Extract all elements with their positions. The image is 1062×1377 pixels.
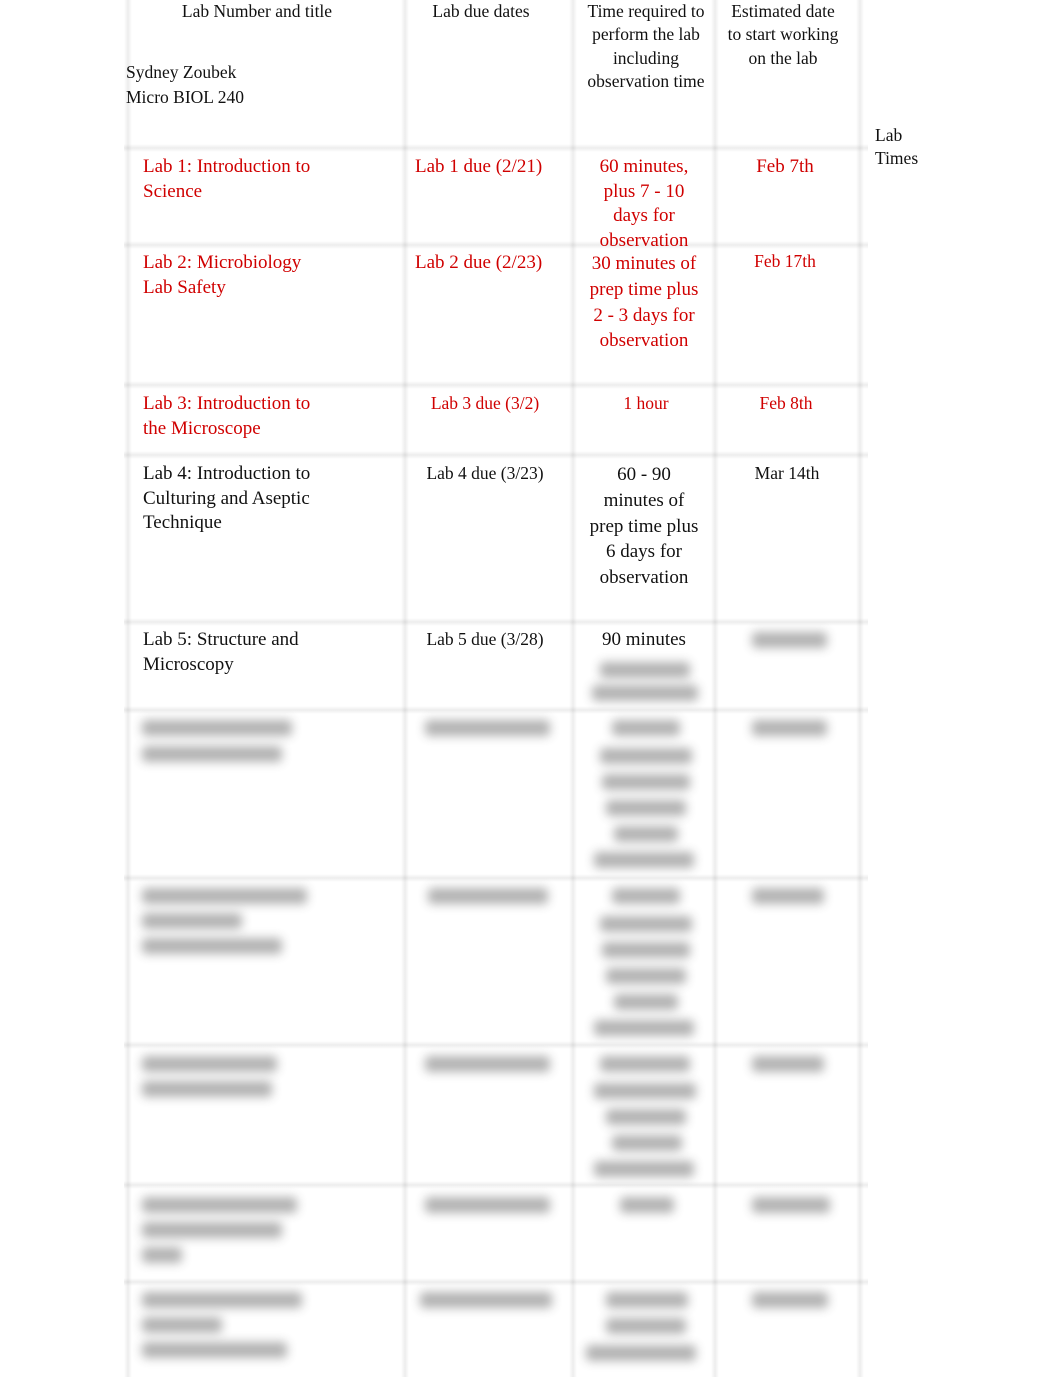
lab-due: Lab 5 due (3/28) [426,629,544,649]
header-time: Time required to perform the lab includi… [587,1,705,91]
course-name: Micro BIOL 240 [126,87,244,107]
lab-title: Lab 1: Introduction to Science [143,156,311,202]
lab-title: Lab 4: Introduction to Culturing and Ase… [143,463,311,533]
lab-time: 1 hour [623,393,669,413]
lab-title: Lab 3: Introduction to the Microscope [143,393,311,439]
header-title: Lab Number and title [181,1,333,21]
side-label: Lab Times [875,125,919,169]
lab-start: Feb 8th [759,393,813,413]
lab-due: Lab 2 due (2/23) [415,252,543,273]
lab-due: Lab 3 due (3/2) [430,393,540,413]
lab-time: 60 - 90 minutes of prep time plus 6 days… [589,464,699,589]
lab-start: Feb 17th [754,251,816,271]
lab-time: 30 minutes of prep time plus 2 - 3 days … [589,253,699,352]
lab-due: Lab 4 due (3/23) [426,463,544,483]
header-due: Lab due dates [432,1,530,21]
lab-title: Lab 2: Microbiology Lab Safety [143,252,302,298]
lab-title: Lab 5: Structure and Microscopy [143,629,299,675]
lab-due: Lab 1 due (2/21) [415,156,543,177]
lab-time: 90 minutes [602,629,686,650]
header-start: Estimated date to start working on the l… [727,1,839,68]
lab-time: 60 minutes, plus 7 - 10 days for observa… [599,156,689,251]
student-name: Sydney Zoubek [126,62,237,82]
lab-start: Feb 7th [756,156,814,177]
lab-start: Mar 14th [754,463,820,483]
